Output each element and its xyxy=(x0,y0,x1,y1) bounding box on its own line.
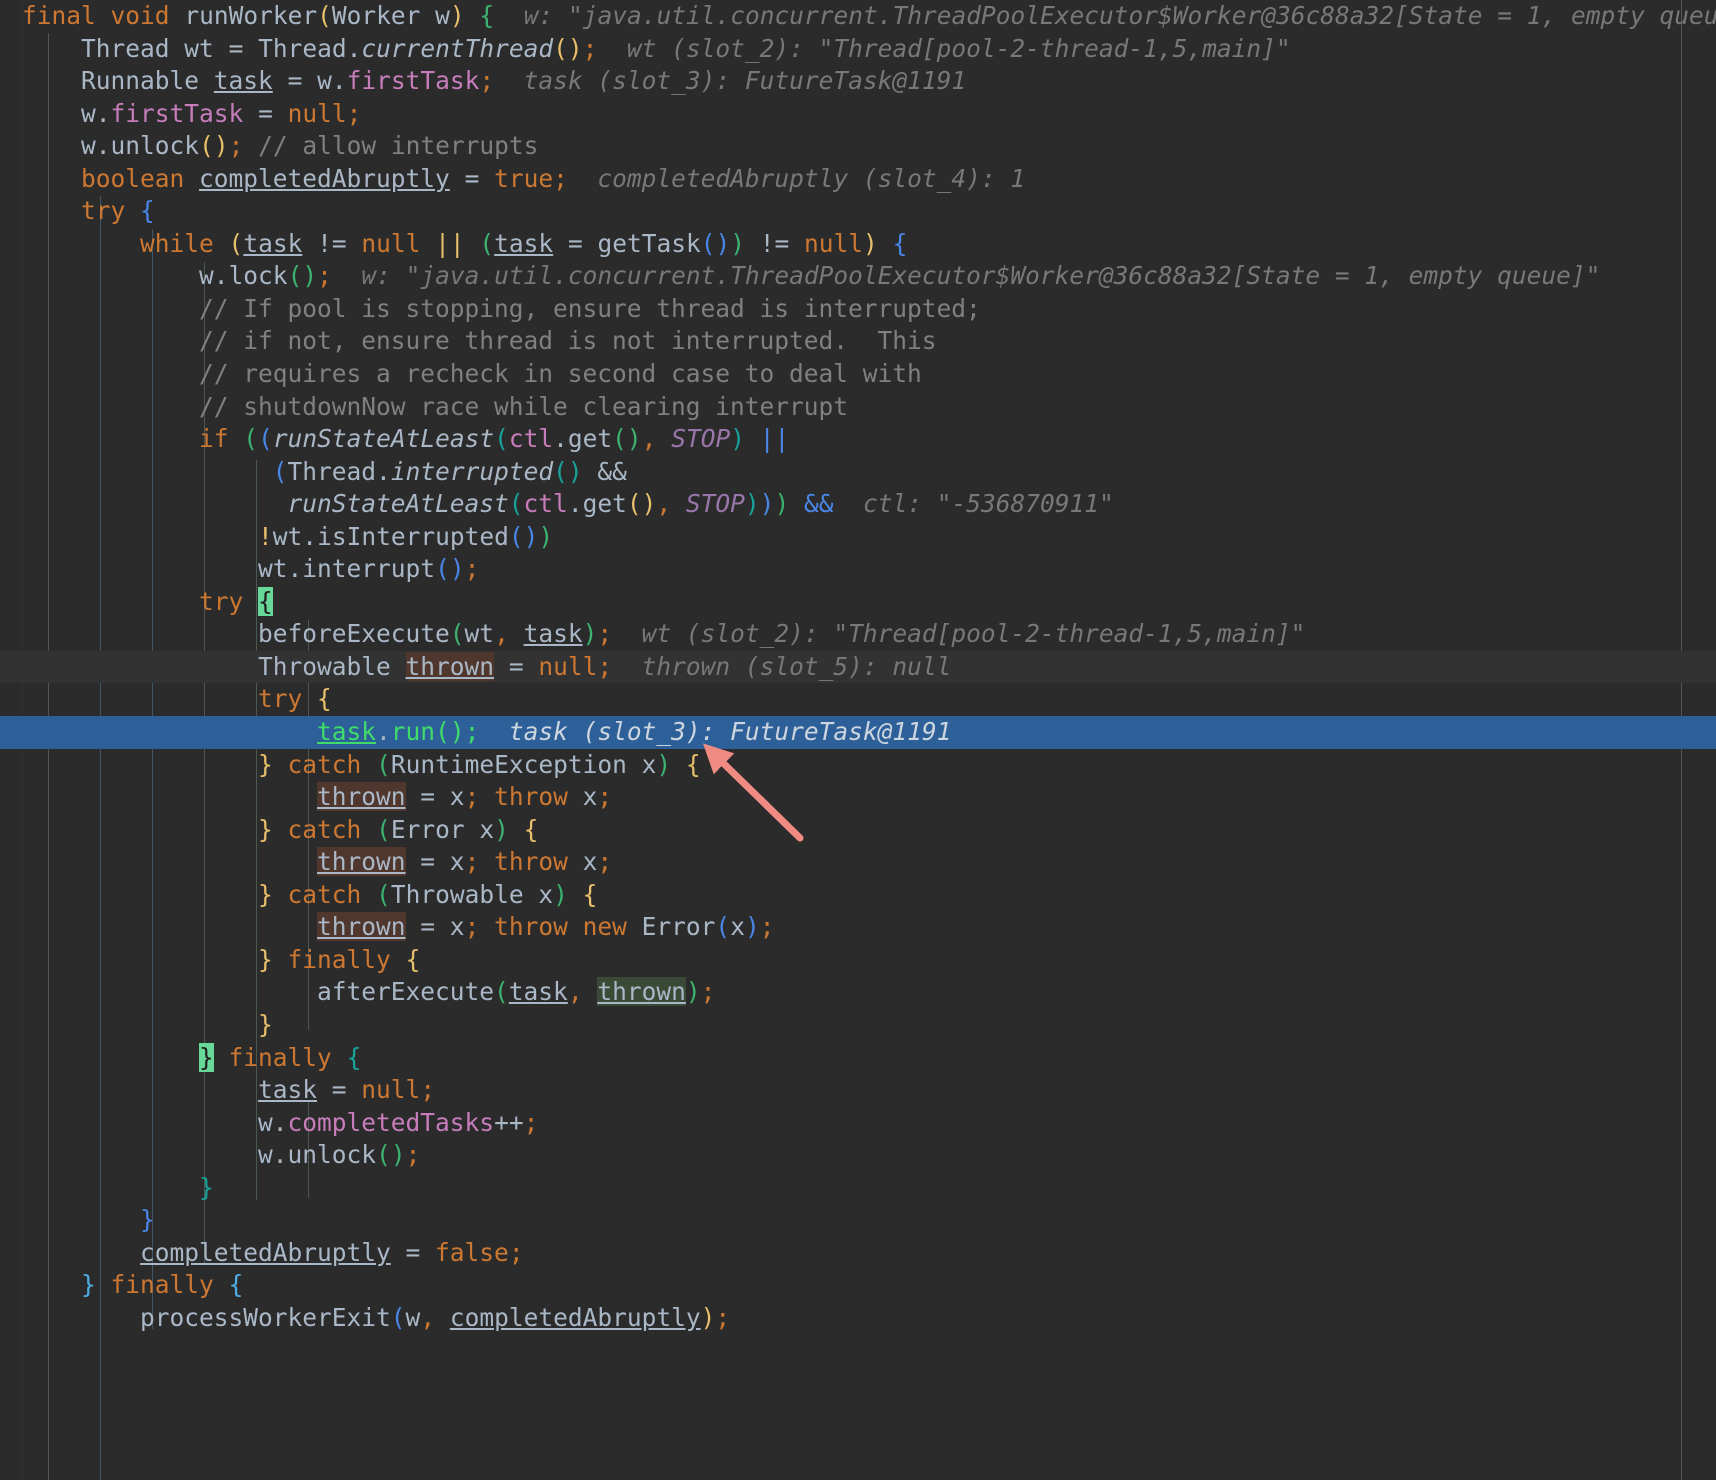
inline-hint: wt (slot_2): "Thread[pool-2-thread-1,5,m… xyxy=(626,33,1291,63)
code-line[interactable]: // if not, ensure thread is not interrup… xyxy=(0,325,1716,358)
inline-hint: ctl: "-536870911" xyxy=(863,489,1114,519)
code-editor[interactable]: final void runWorker(Worker w) { w: "jav… xyxy=(0,0,1716,1480)
inline-hint: w: "java.util.concurrent.ThreadPoolExecu… xyxy=(523,1,1716,30)
code-line[interactable]: thrown = x; throw x; xyxy=(0,846,1716,879)
identifier-write-highlight: thrown xyxy=(405,651,495,681)
code-line[interactable]: !wt.isInterrupted()) xyxy=(0,521,1716,554)
code-content[interactable]: final void runWorker(Worker w) { w: "jav… xyxy=(0,0,1716,1334)
code-line[interactable]: w.unlock(); xyxy=(0,1139,1716,1172)
inline-hint: task (slot_3): FutureTask@1191 xyxy=(508,717,952,747)
code-line[interactable]: // requires a recheck in second case to … xyxy=(0,358,1716,391)
code-line[interactable]: w.unlock(); // allow interrupts xyxy=(0,130,1716,163)
code-line[interactable]: } catch (RuntimeException x) { xyxy=(0,749,1716,782)
code-line[interactable]: // If pool is stopping, ensure thread is… xyxy=(0,293,1716,326)
code-line[interactable]: w.completedTasks++; xyxy=(0,1107,1716,1140)
code-line[interactable]: thrown = x; throw x; xyxy=(0,781,1716,814)
inline-hint: w: "java.util.concurrent.ThreadPoolExecu… xyxy=(361,261,1601,291)
code-line[interactable]: } xyxy=(0,1009,1716,1042)
identifier-write-highlight: thrown xyxy=(317,847,406,877)
code-line[interactable]: Runnable task = w.firstTask; task (slot_… xyxy=(0,65,1716,98)
code-line[interactable]: afterExecute(task, thrown); xyxy=(0,976,1716,1009)
code-line[interactable]: } finally { xyxy=(0,1269,1716,1302)
code-line[interactable]: Throwable thrown = null; thrown (slot_5)… xyxy=(0,650,1716,684)
code-line[interactable]: w.firstTask = null; xyxy=(0,98,1716,131)
code-line[interactable]: task = null; xyxy=(0,1074,1716,1107)
code-line[interactable]: } finally { xyxy=(0,1042,1716,1075)
code-line[interactable]: wt.interrupt(); xyxy=(0,553,1716,586)
code-line[interactable]: final void runWorker(Worker w) { w: "jav… xyxy=(0,0,1716,33)
code-line[interactable]: runStateAtLeast(ctl.get(), STOP))) && ct… xyxy=(0,488,1716,521)
inline-hint: completedAbruptly (slot_4): 1 xyxy=(597,163,1026,193)
matched-brace: { xyxy=(258,586,273,616)
code-line[interactable]: if ((runStateAtLeast(ctl.get(), STOP) || xyxy=(0,423,1716,456)
code-line[interactable]: w.lock(); w: "java.util.concurrent.Threa… xyxy=(0,260,1716,293)
code-line[interactable]: } xyxy=(0,1204,1716,1237)
code-line[interactable]: } finally { xyxy=(0,944,1716,977)
code-line[interactable]: } catch (Throwable x) { xyxy=(0,879,1716,912)
code-line[interactable]: try { xyxy=(0,195,1716,228)
code-line[interactable]: try { xyxy=(0,683,1716,716)
code-line[interactable]: // shutdownNow race while clearing inter… xyxy=(0,391,1716,424)
code-line[interactable]: try { xyxy=(0,586,1716,619)
identifier-read-highlight: thrown xyxy=(597,977,686,1007)
code-line[interactable]: boolean completedAbruptly = true; comple… xyxy=(0,163,1716,196)
code-line[interactable]: beforeExecute(wt, task); wt (slot_2): "T… xyxy=(0,618,1716,651)
identifier-write-highlight: thrown xyxy=(317,912,406,942)
identifier-write-highlight: thrown xyxy=(317,782,406,812)
code-line[interactable]: thrown = x; throw new Error(x); xyxy=(0,911,1716,944)
inline-hint: task (slot_3): FutureTask@1191 xyxy=(523,66,967,96)
code-line[interactable]: processWorkerExit(w, completedAbruptly); xyxy=(0,1302,1716,1335)
code-line[interactable]: while (task != null || (task = getTask()… xyxy=(0,228,1716,261)
inline-hint: thrown (slot_5): null xyxy=(641,651,952,681)
inline-hint: wt (slot_2): "Thread[pool-2-thread-1,5,m… xyxy=(641,619,1306,649)
task-identifier[interactable]: task xyxy=(317,717,376,746)
code-line[interactable]: Thread wt = Thread.currentThread(); wt (… xyxy=(0,33,1716,66)
matched-brace: } xyxy=(199,1042,214,1072)
execution-point-line[interactable]: task.run(); task (slot_3): FutureTask@11… xyxy=(0,716,1716,749)
code-line[interactable]: } xyxy=(0,1172,1716,1205)
code-line[interactable]: } catch (Error x) { xyxy=(0,814,1716,847)
code-line[interactable]: (Thread.interrupted() && xyxy=(0,456,1716,489)
code-line[interactable]: completedAbruptly = false; xyxy=(0,1237,1716,1270)
